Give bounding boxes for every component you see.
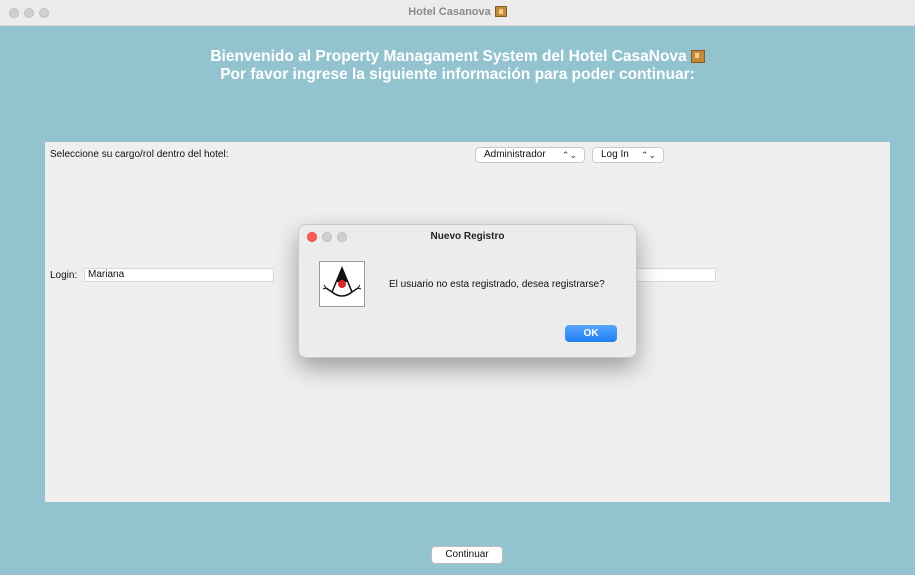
continue-button[interactable]: Continuar [431, 546, 503, 564]
dialog-message: El usuario no esta registrado, desea reg… [389, 279, 605, 290]
password-input[interactable] [636, 268, 716, 282]
new-registration-dialog: Nuevo Registro El usuario no esta regist… [298, 224, 637, 358]
updown-chevron-icon: ⌃⌄ [640, 150, 656, 160]
dialog-title: Nuevo Registro [430, 231, 505, 242]
title-bar: Hotel Casanova [0, 0, 915, 26]
role-select[interactable]: Administrador ⌃⌄ [475, 147, 585, 163]
login-label: Login: [50, 270, 78, 281]
window-title: Hotel Casanova [0, 6, 915, 18]
action-select[interactable]: Log In ⌃⌄ [592, 147, 664, 163]
hotel-icon [494, 6, 507, 17]
hotel-icon [690, 50, 705, 63]
java-duke-icon [322, 266, 362, 297]
instructions-heading: Por favor ingrese la siguiente informaci… [220, 66, 695, 83]
java-duke-icon [319, 261, 365, 307]
welcome-heading: Bienvenido al Property Managament System… [0, 48, 915, 66]
role-label: Seleccione su cargo/rol dentro del hotel… [50, 149, 229, 160]
updown-chevron-icon: ⌃⌄ [561, 150, 577, 160]
login-input[interactable]: Mariana [84, 268, 274, 282]
ok-button[interactable]: OK [565, 325, 617, 342]
